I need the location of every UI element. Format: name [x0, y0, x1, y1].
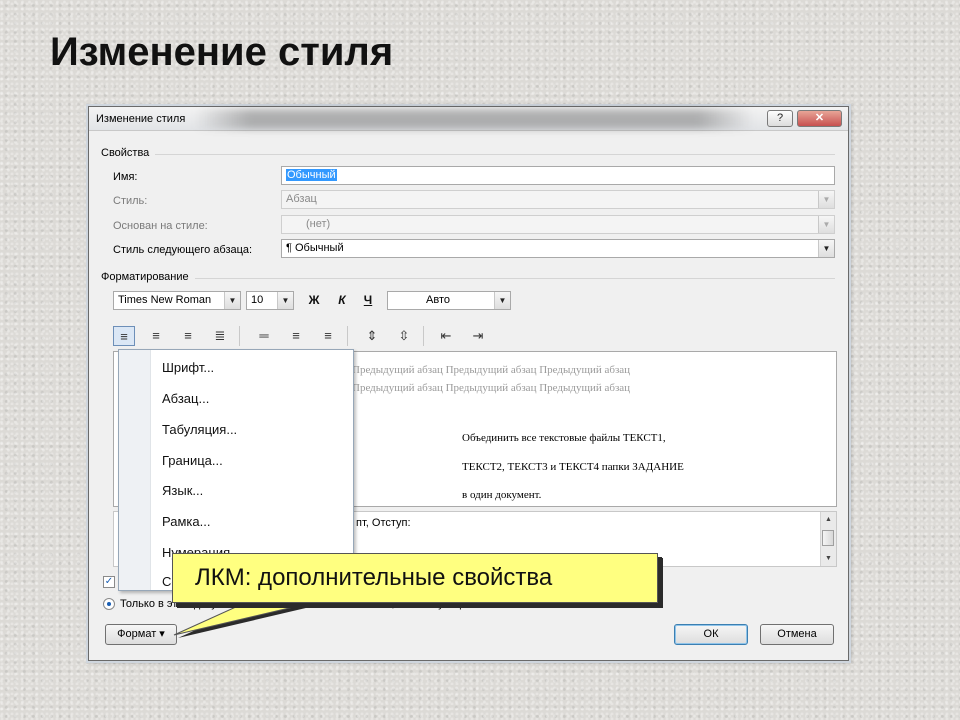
chevron-down-icon: ▼: [818, 191, 834, 208]
slide-title: Изменение стиля: [50, 30, 394, 74]
next-style-value: ¶ Обычный: [286, 242, 344, 254]
based-on-label: Основан на стиле:: [113, 220, 208, 232]
menu-item-font[interactable]: Шрифт...: [162, 360, 214, 375]
ok-button[interactable]: ОК: [674, 624, 748, 645]
align-justify-icon[interactable]: ≣: [209, 326, 231, 346]
font-value: Times New Roman: [118, 294, 212, 306]
add-to-quick-styles-checkbox[interactable]: ✓: [103, 576, 115, 588]
menu-icon-gutter: [119, 350, 151, 590]
style-type-label: Стиль:: [113, 195, 148, 207]
name-input-value: Обычный: [286, 169, 337, 181]
menu-item-language[interactable]: Язык...: [162, 483, 203, 498]
properties-divider: [155, 154, 835, 155]
align-left-icon[interactable]: ≡: [113, 326, 135, 346]
preview-previous-paragraph: Предыдущий абзац Предыдущий абзац Предыд…: [352, 364, 631, 376]
name-label: Имя:: [113, 171, 138, 183]
based-on-select[interactable]: (нет) ▼: [281, 215, 835, 234]
preview-text-line: ТЕКСТ2, ТЕКСТ3 и ТЕКСТ4 папки ЗАДАНИЕ: [462, 461, 684, 473]
close-button[interactable]: ✕: [797, 110, 842, 127]
decrease-spacing-icon[interactable]: ⇳: [393, 326, 415, 346]
style-type-value: Абзац: [286, 193, 317, 205]
dialog-title: Изменение стиля: [96, 113, 186, 125]
scroll-thumb[interactable]: [822, 530, 834, 546]
help-button[interactable]: ?: [767, 110, 793, 127]
font-color-select[interactable]: Авто ▼: [387, 291, 511, 310]
align-center-icon[interactable]: ≡: [145, 326, 167, 346]
font-select[interactable]: Times New Roman ▼: [113, 291, 241, 310]
chevron-down-icon: ▼: [494, 292, 510, 309]
increase-indent-icon[interactable]: ⇥: [467, 326, 489, 346]
menu-item-frame[interactable]: Рамка...: [162, 514, 210, 529]
properties-group-label: Свойства: [101, 147, 150, 159]
format-menu-button[interactable]: Формат ▾: [105, 624, 177, 645]
style-type-select[interactable]: Абзац ▼: [281, 190, 835, 209]
menu-item-paragraph[interactable]: Абзац...: [162, 391, 209, 406]
preview-text-line: Объединить все текстовые файлы ТЕКСТ1,: [462, 432, 666, 444]
one-half-spacing-icon[interactable]: ≡: [285, 326, 307, 346]
font-size-select[interactable]: 10 ▼: [246, 291, 294, 310]
increase-spacing-icon[interactable]: ⇕: [361, 326, 383, 346]
scroll-down-icon[interactable]: ▼: [821, 552, 836, 566]
underline-button[interactable]: Ч: [359, 291, 377, 310]
based-on-value: (нет): [306, 218, 331, 230]
blurred-background-text: [194, 109, 754, 129]
cancel-button[interactable]: Отмена: [760, 624, 834, 645]
italic-button[interactable]: К: [333, 291, 351, 310]
menu-item-tabs[interactable]: Табуляция...: [162, 422, 237, 437]
formatting-group-label: Форматирование: [101, 271, 189, 283]
description-scrollbar[interactable]: ▲ ▼: [820, 512, 836, 566]
scroll-up-icon[interactable]: ▲: [821, 513, 836, 527]
name-input[interactable]: Обычный: [281, 166, 835, 185]
chevron-down-icon: ▼: [818, 240, 834, 257]
toolbar-separator: [239, 326, 240, 346]
chevron-down-icon: ▼: [224, 292, 240, 309]
bold-button[interactable]: Ж: [305, 291, 323, 310]
toolbar-separator: [423, 326, 424, 346]
decrease-indent-icon[interactable]: ⇤: [435, 326, 457, 346]
next-style-select[interactable]: ¶ Обычный ▼: [281, 239, 835, 258]
formatting-divider: [195, 278, 835, 279]
double-spacing-icon[interactable]: ≡: [317, 326, 339, 346]
preview-text-line: в один документ.: [462, 489, 542, 501]
preview-previous-paragraph: Предыдущий абзац Предыдущий абзац Предыд…: [352, 382, 631, 394]
only-this-document-radio[interactable]: [103, 598, 115, 610]
dialog-titlebar: Изменение стиля ? ✕: [89, 107, 848, 131]
chevron-down-icon: ▼: [818, 216, 834, 233]
align-right-icon[interactable]: ≡: [177, 326, 199, 346]
font-size-value: 10: [251, 294, 264, 306]
chevron-down-icon: ▼: [277, 292, 293, 309]
font-color-value: Авто: [426, 294, 450, 306]
single-spacing-icon[interactable]: ═: [253, 326, 275, 346]
next-style-label: Стиль следующего абзаца:: [113, 244, 253, 256]
callout-annotation: ЛКМ: дополнительные свойства: [172, 553, 658, 603]
description-text: пт, Отступ:: [356, 517, 411, 529]
menu-item-border[interactable]: Граница...: [162, 453, 223, 468]
toolbar-separator: [347, 326, 348, 346]
